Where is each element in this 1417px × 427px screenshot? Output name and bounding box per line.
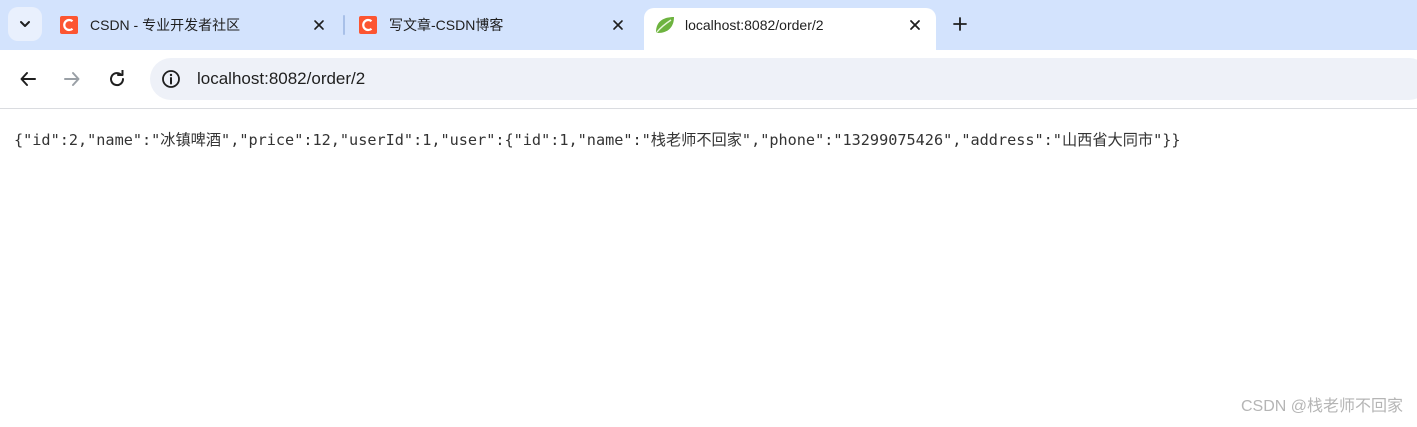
address-bar[interactable]: localhost:8082/order/2 — [150, 58, 1417, 100]
close-icon[interactable] — [308, 14, 330, 36]
spring-leaf-icon — [654, 15, 676, 35]
reload-icon — [108, 70, 126, 88]
tab-localhost-order[interactable]: localhost:8082/order/2 — [644, 8, 936, 50]
browser-toolbar: localhost:8082/order/2 — [0, 50, 1417, 109]
json-response-text: {"id":2,"name":"冰镇啤酒","price":12,"userId… — [14, 131, 1181, 149]
close-icon[interactable] — [607, 14, 629, 36]
tab-csdn-write[interactable]: 写文章-CSDN博客 — [345, 8, 641, 42]
back-button[interactable] — [14, 65, 42, 93]
tab-title: 写文章-CSDN博客 — [389, 17, 504, 33]
tab-title: localhost:8082/order/2 — [685, 17, 824, 33]
address-url[interactable]: localhost:8082/order/2 — [197, 68, 365, 90]
csdn-icon — [60, 16, 78, 34]
tab-search-button[interactable] — [8, 7, 42, 41]
reload-button[interactable] — [103, 65, 131, 93]
tab-title: CSDN - 专业开发者社区 — [90, 17, 241, 33]
csdn-watermark: CSDN @栈老师不回家 — [1240, 398, 1403, 415]
arrow-right-icon — [63, 70, 81, 88]
tab-csdn-home[interactable]: CSDN - 专业开发者社区 — [46, 8, 342, 42]
chevron-down-icon — [18, 17, 32, 31]
arrow-left-icon — [19, 70, 37, 88]
close-icon[interactable] — [904, 14, 926, 36]
forward-button[interactable] — [58, 65, 86, 93]
tab-strip: CSDN - 专业开发者社区 写文章-CSDN博客 localhost:8082… — [0, 0, 1417, 50]
csdn-icon — [359, 16, 377, 34]
info-icon[interactable] — [160, 68, 182, 90]
new-tab-button[interactable] — [946, 10, 974, 38]
plus-icon — [952, 16, 968, 32]
